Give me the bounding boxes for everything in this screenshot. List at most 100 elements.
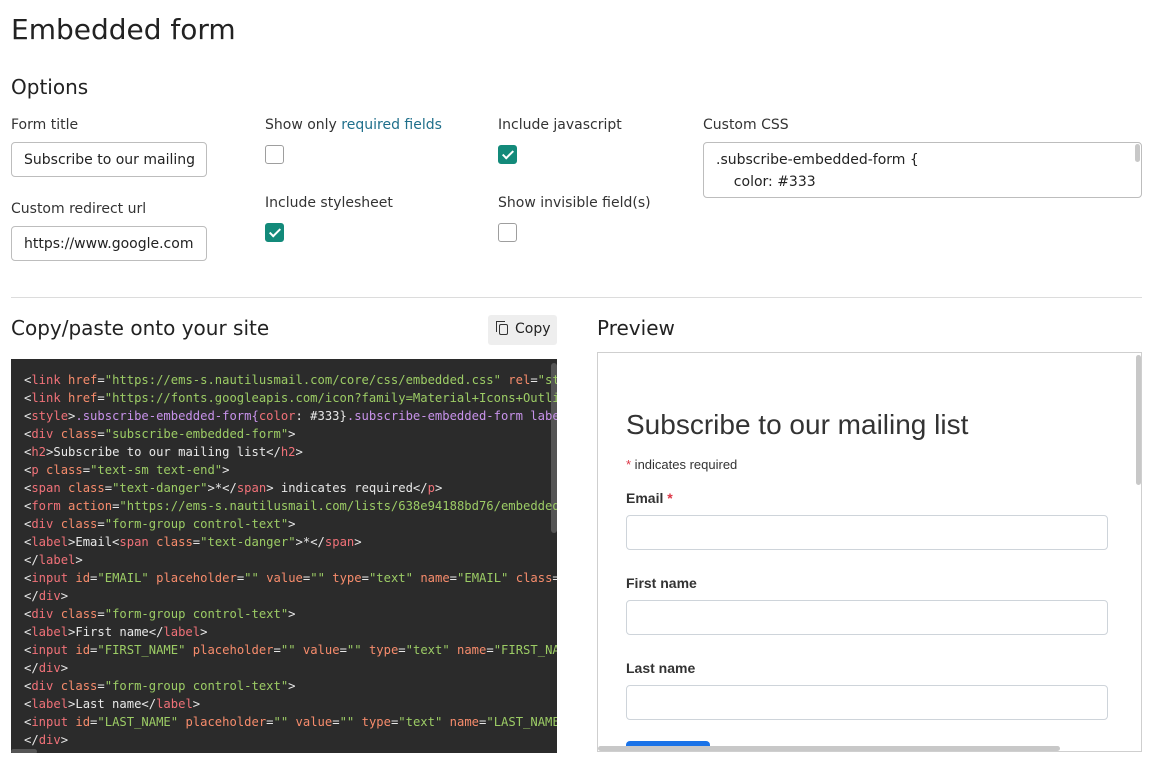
code-token: div — [31, 607, 54, 621]
code-token: = — [97, 373, 105, 387]
code-token: > — [200, 625, 208, 639]
code-token: value — [295, 643, 340, 657]
code-token: "" — [280, 643, 296, 657]
custom-css-textarea[interactable]: .subscribe-embedded-form { color: #333 — [703, 142, 1142, 198]
code-horizontal-scrollbar[interactable] — [11, 749, 37, 753]
form-title-input[interactable] — [11, 142, 207, 177]
code-token: "text" — [368, 571, 413, 585]
code-token: class — [508, 571, 553, 585]
code-token: > — [60, 589, 69, 603]
code-token: label — [31, 625, 69, 639]
code-token: = — [97, 391, 105, 405]
email-required-asterisk: * — [667, 490, 673, 506]
show-required-label: Show only required fields — [265, 117, 442, 133]
code-token: id — [68, 715, 91, 729]
code-line: <label>First name</label> — [24, 623, 207, 641]
code-token: "" — [346, 643, 362, 657]
code-token: placeholder — [178, 715, 267, 729]
code-token: div — [31, 517, 54, 531]
code-token: "subscribe-embedded-form" — [104, 427, 289, 441]
email-label: Email * — [626, 490, 673, 506]
copy-paste-heading: Copy/paste onto your site — [11, 316, 270, 340]
include-stylesheet-checkbox[interactable] — [265, 223, 284, 242]
code-token: "form-group control-text" — [104, 607, 289, 621]
code-token: "EMAIL" — [97, 571, 149, 585]
code-token: "EMAIL" — [457, 571, 509, 585]
include-javascript-checkbox[interactable] — [498, 145, 517, 164]
code-line: <label>Last name</label> — [24, 695, 200, 713]
first-name-input[interactable] — [626, 600, 1108, 635]
code-line: <span class="text-danger">*</span> indic… — [24, 479, 442, 497]
page-title: Embedded form — [11, 13, 236, 46]
custom-css-line: .subscribe-embedded-form { — [716, 152, 919, 168]
code-token: "form-group control-text" — [104, 517, 289, 531]
code-token: .subscribe-embedded-form label — [346, 409, 557, 423]
code-token: placeholder — [148, 571, 237, 585]
code-token: input — [31, 571, 69, 585]
code-line: </div> — [24, 587, 68, 605]
code-token: name — [412, 571, 450, 585]
code-token: link — [31, 391, 61, 405]
code-token: label — [156, 697, 193, 711]
code-token: class — [53, 679, 98, 693]
code-line: </div> — [24, 659, 68, 677]
code-token: p — [31, 463, 39, 477]
code-token: div — [31, 679, 54, 693]
code-token: style — [31, 409, 69, 423]
code-token: = — [97, 427, 105, 441]
code-token: "form-group control-text" — [104, 679, 289, 693]
code-token: >First name</ — [68, 625, 164, 639]
code-token: = — [339, 643, 347, 657]
show-required-checkbox[interactable] — [265, 145, 284, 164]
code-token: id — [68, 571, 91, 585]
include-stylesheet-label: Include stylesheet — [265, 195, 393, 211]
code-token: "https://ems-s.nautilusmail.com/core/css… — [104, 373, 501, 387]
code-token: > — [288, 607, 296, 621]
custom-redirect-input[interactable] — [11, 226, 207, 261]
section-divider — [11, 297, 1142, 298]
code-token: name — [442, 715, 480, 729]
email-input[interactable] — [626, 515, 1108, 550]
copy-button-label: Copy — [515, 321, 551, 337]
code-token: class — [60, 481, 105, 495]
code-line: </div> — [24, 731, 68, 749]
custom-css-scrollbar[interactable] — [1135, 144, 1140, 162]
preview-vertical-scrollbar[interactable] — [1136, 355, 1141, 485]
show-invisible-checkbox[interactable] — [498, 223, 517, 242]
code-line: <form action="https://ems-s.nautilusmail… — [24, 497, 557, 515]
code-token: "text" — [405, 643, 450, 657]
code-token: </ — [24, 553, 39, 567]
code-line: <input id="LAST_NAME" placeholder="" val… — [24, 713, 557, 731]
preview-horizontal-scrollbar[interactable] — [598, 746, 1060, 751]
first-name-label: First name — [626, 575, 697, 591]
code-token: > — [288, 427, 296, 441]
code-token: >*</ — [207, 481, 237, 495]
code-token: "" — [273, 715, 289, 729]
email-label-text: Email — [626, 490, 664, 506]
required-fields-link[interactable]: required fields — [341, 117, 442, 133]
code-token: > — [295, 445, 303, 459]
code-token: = — [361, 571, 369, 585]
code-token: "" — [310, 571, 325, 585]
last-name-input[interactable] — [626, 685, 1108, 720]
code-line: <div class="form-group control-text"> — [24, 605, 296, 623]
code-token: div — [38, 661, 61, 675]
code-token: "text" — [398, 715, 443, 729]
code-line: <div class="form-group control-text"> — [24, 515, 296, 533]
code-token: = — [530, 373, 538, 387]
embed-code-block[interactable]: <link href="https://ems-s.nautilusmail.c… — [11, 359, 557, 753]
code-token: "" — [244, 571, 259, 585]
preview-frame[interactable]: Subscribe to our mailing list * indicate… — [597, 352, 1142, 752]
code-token: div — [31, 427, 54, 441]
code-token: name — [449, 643, 487, 657]
code-token: > — [60, 661, 69, 675]
code-token: span — [31, 481, 61, 495]
options-heading: Options — [11, 75, 89, 99]
copy-button[interactable]: Copy — [488, 315, 557, 345]
code-token: div — [38, 733, 61, 747]
code-token: type — [324, 571, 362, 585]
code-token: "text-sm text-end" — [90, 463, 223, 477]
code-token: p — [427, 481, 435, 495]
code-token: "" — [339, 715, 355, 729]
code-line: <link href="https://ems-s.nautilusmail.c… — [24, 371, 557, 389]
